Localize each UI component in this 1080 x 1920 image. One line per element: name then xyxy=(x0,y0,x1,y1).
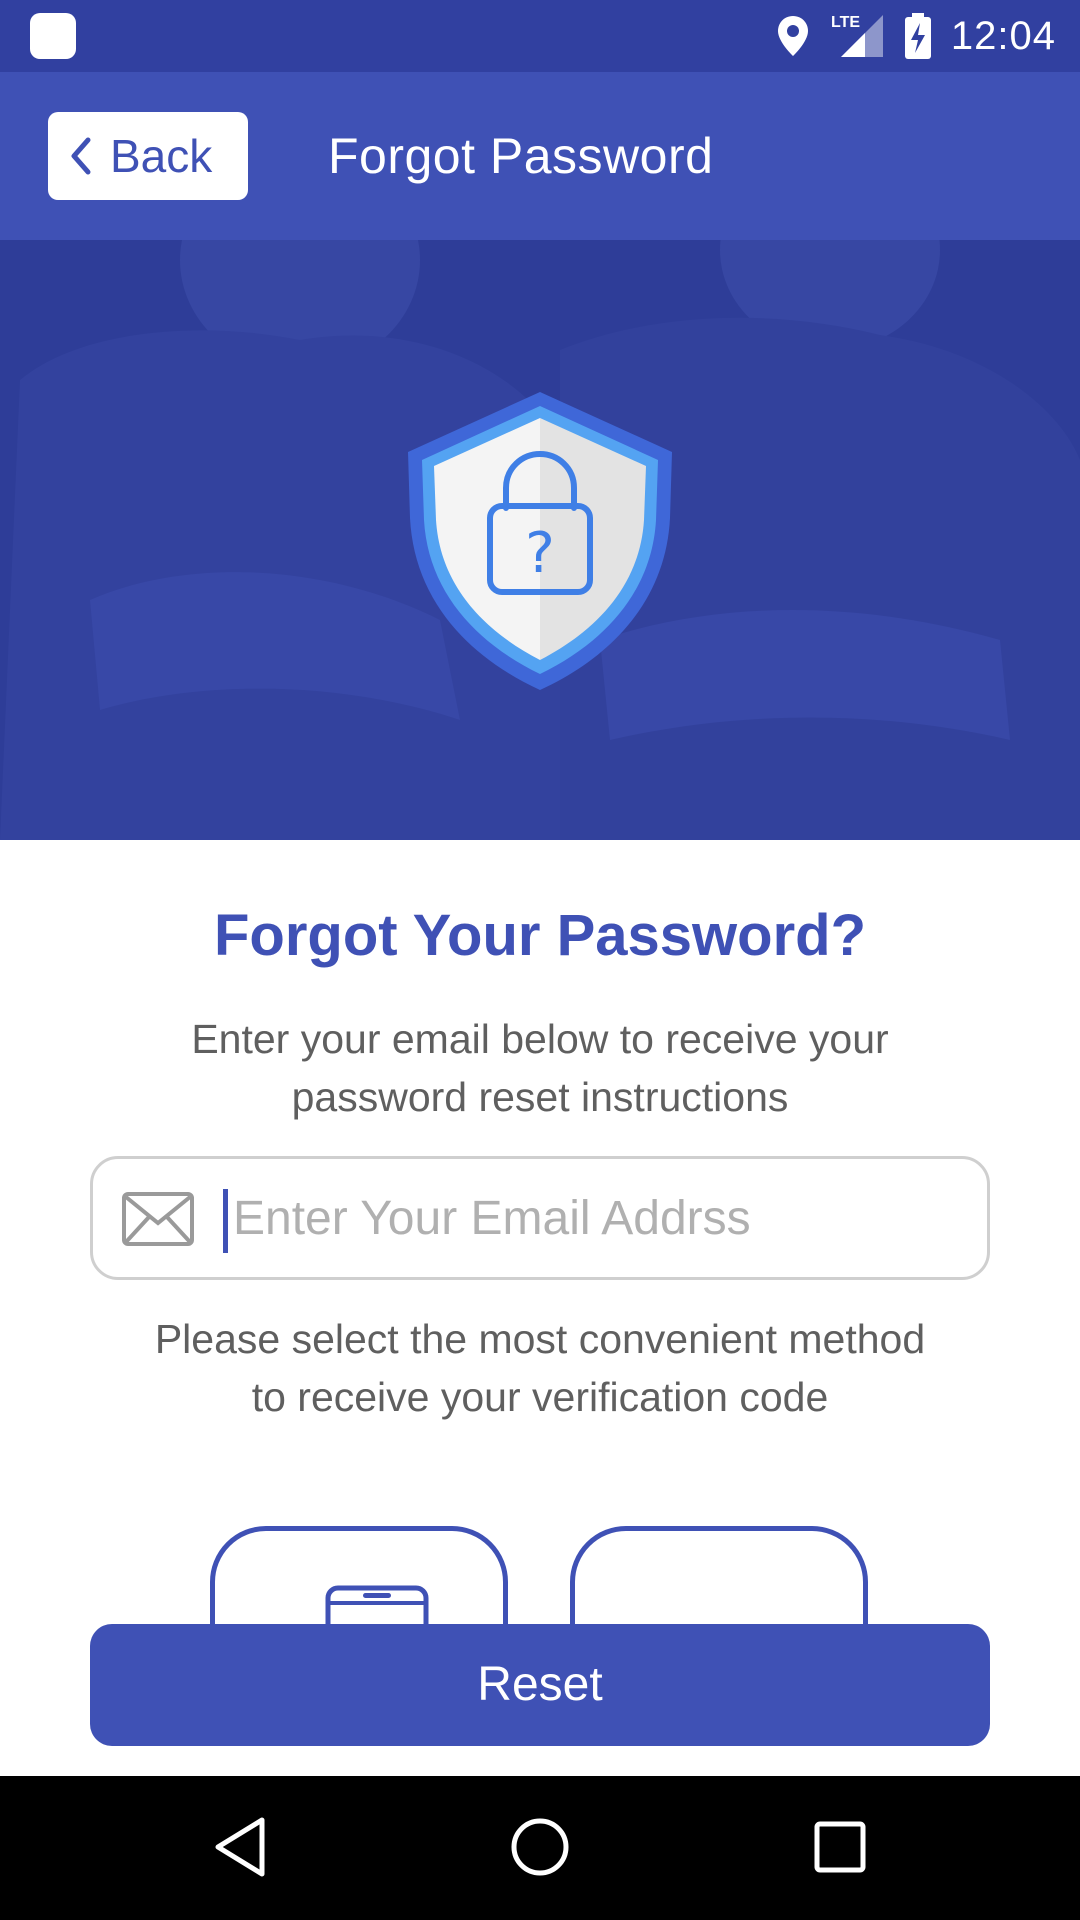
location-pin-icon xyxy=(777,16,808,56)
lte-label: LTE xyxy=(831,14,860,31)
reset-button[interactable]: Reset xyxy=(90,1624,990,1746)
method-instructions-line1: Please select the most convenient method xyxy=(154,1316,926,1362)
chevron-left-icon xyxy=(71,137,91,175)
back-button[interactable]: Back xyxy=(48,112,248,200)
form-subtitle-line2: password reset instructions xyxy=(291,1074,789,1120)
phone-method-card[interactable] xyxy=(210,1526,508,1630)
lock-question-mark: ? xyxy=(525,521,555,586)
method-instructions-line2: to receive your verification code xyxy=(251,1374,829,1420)
form-subtitle-line1: Enter your email below to receive your xyxy=(191,1016,889,1062)
status-icons: LTE 12:04 xyxy=(775,0,1056,72)
lte-signal-icon: LTE xyxy=(831,14,883,57)
home-circle-icon[interactable] xyxy=(508,1812,572,1882)
status-bar: LTE 12:04 xyxy=(0,0,1080,72)
notification-app-icon xyxy=(30,13,76,59)
email-input[interactable] xyxy=(233,1159,963,1277)
email-field[interactable] xyxy=(90,1156,990,1280)
status-time: 12:04 xyxy=(950,13,1056,58)
text-caret xyxy=(223,1189,228,1253)
app-bar: Back Forgot Password xyxy=(0,72,1080,240)
system-nav-bar xyxy=(0,1776,1080,1920)
form-subtitle: Enter your email below to receive your p… xyxy=(90,1010,990,1126)
email-method-card[interactable] xyxy=(570,1526,868,1630)
back-button-label: Back xyxy=(110,130,213,182)
page-title: Forgot Password xyxy=(328,128,714,184)
back-triangle-icon[interactable] xyxy=(210,1812,270,1882)
mail-icon xyxy=(122,1192,194,1246)
method-options xyxy=(0,1480,1080,1630)
shield-lock-question-icon: ? xyxy=(408,392,672,690)
form-heading: Forgot Your Password? xyxy=(213,903,867,968)
battery-charging-icon xyxy=(904,13,931,59)
recents-square-icon[interactable] xyxy=(812,1812,868,1882)
method-instructions: Please select the most convenient method… xyxy=(60,1310,1020,1426)
hero-banner: ? xyxy=(0,240,1080,840)
